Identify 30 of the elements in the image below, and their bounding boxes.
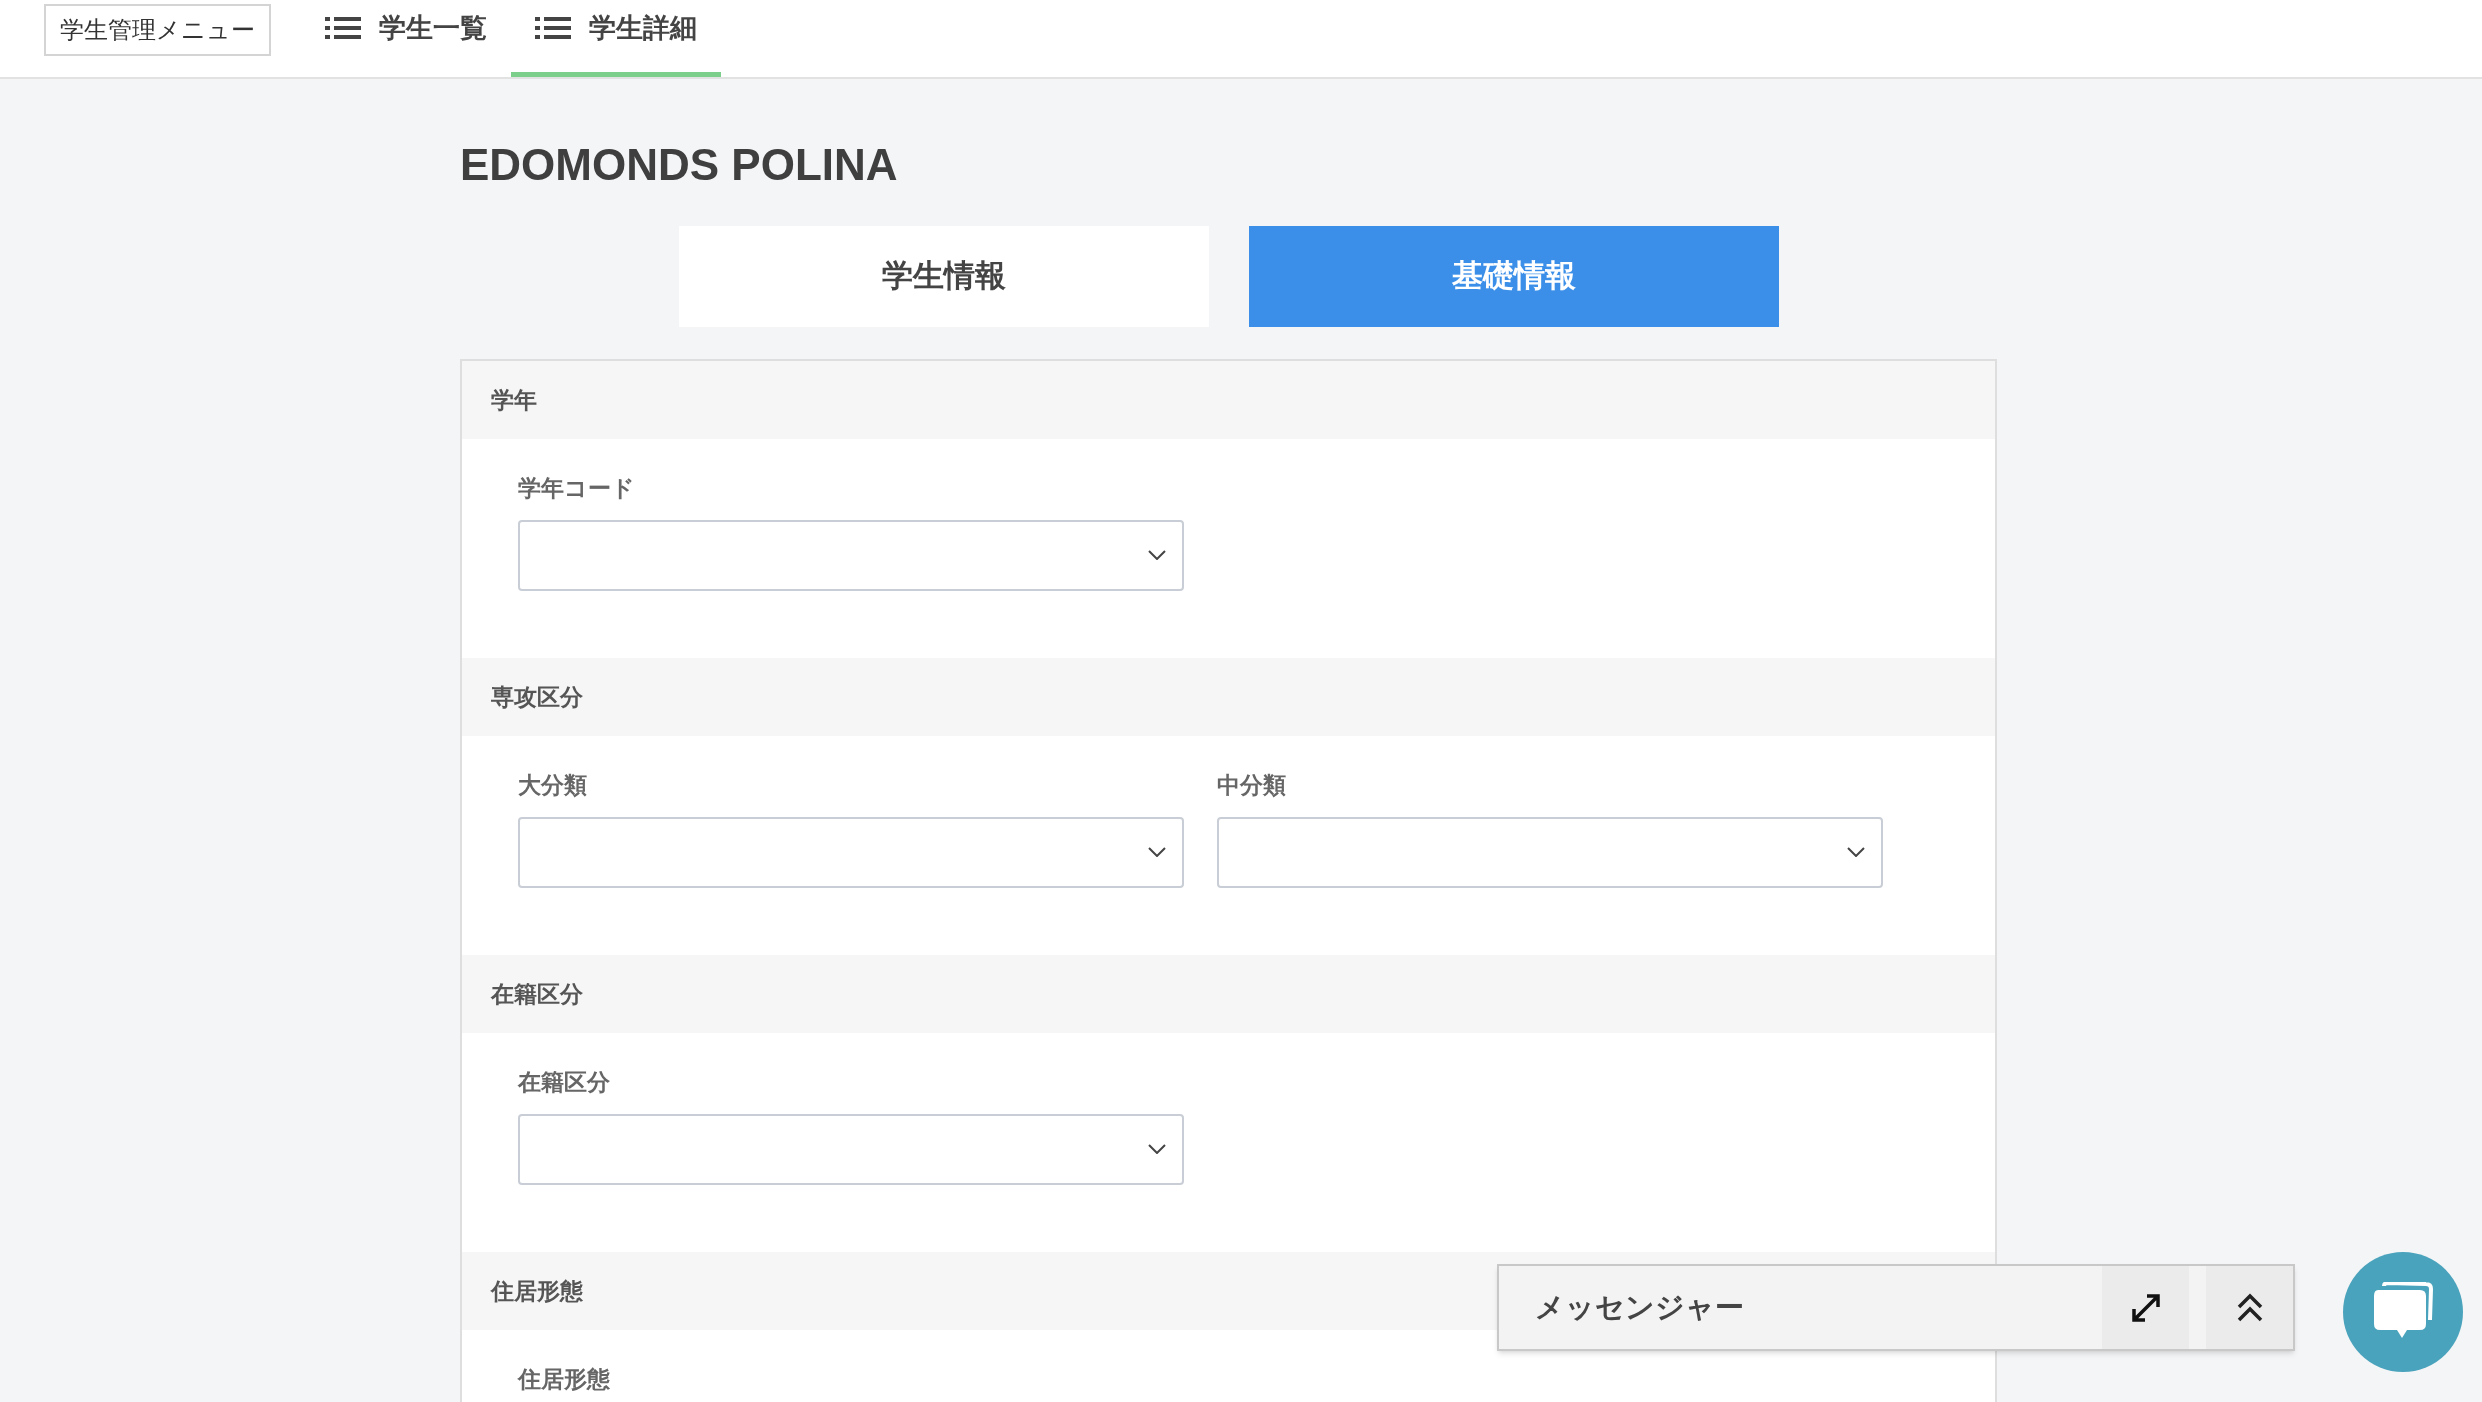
nav-tab-label: 学生一覧 bbox=[379, 11, 487, 45]
select-field[interactable] bbox=[1217, 816, 1883, 888]
section-title: 在籍区分 bbox=[491, 979, 583, 1009]
menu-button[interactable]: 学生管理メニュー bbox=[44, 4, 271, 56]
select-field[interactable] bbox=[518, 816, 1184, 888]
field-label: 大分類 bbox=[518, 771, 588, 800]
student-name-title: EDOMONDS POLINA bbox=[460, 143, 899, 187]
view-tab[interactable]: 学生情報 bbox=[678, 226, 1209, 327]
field-label: 学年コード bbox=[518, 474, 636, 503]
chevron-down-icon bbox=[1148, 1144, 1166, 1154]
select-field[interactable] bbox=[518, 519, 1184, 591]
field-label: 在籍区分 bbox=[518, 1068, 611, 1097]
select-field[interactable] bbox=[518, 1113, 1184, 1185]
list-icon bbox=[325, 17, 361, 39]
messenger-title: メッセンジャー bbox=[1534, 1289, 1745, 1325]
field-label: 住居形態 bbox=[518, 1365, 610, 1394]
nav-tab-label: 学生詳細 bbox=[589, 11, 697, 45]
chevron-down-icon bbox=[1148, 550, 1166, 560]
field-label: 中分類 bbox=[1217, 771, 1287, 800]
list-icon bbox=[535, 17, 571, 39]
double-chevron-up-icon bbox=[2235, 1292, 2264, 1323]
expand-button[interactable] bbox=[2102, 1266, 2189, 1349]
section-title: 学年 bbox=[491, 385, 537, 415]
nav-tab[interactable]: 学生詳細 bbox=[511, 0, 721, 77]
collapse-button[interactable] bbox=[2206, 1266, 2293, 1349]
chevron-down-icon bbox=[1847, 847, 1865, 857]
section-title: 住居形態 bbox=[491, 1276, 583, 1306]
nav-tab[interactable]: 学生一覧 bbox=[301, 0, 511, 77]
chevron-down-icon bbox=[1148, 847, 1166, 857]
section-title: 専攻区分 bbox=[491, 682, 583, 712]
